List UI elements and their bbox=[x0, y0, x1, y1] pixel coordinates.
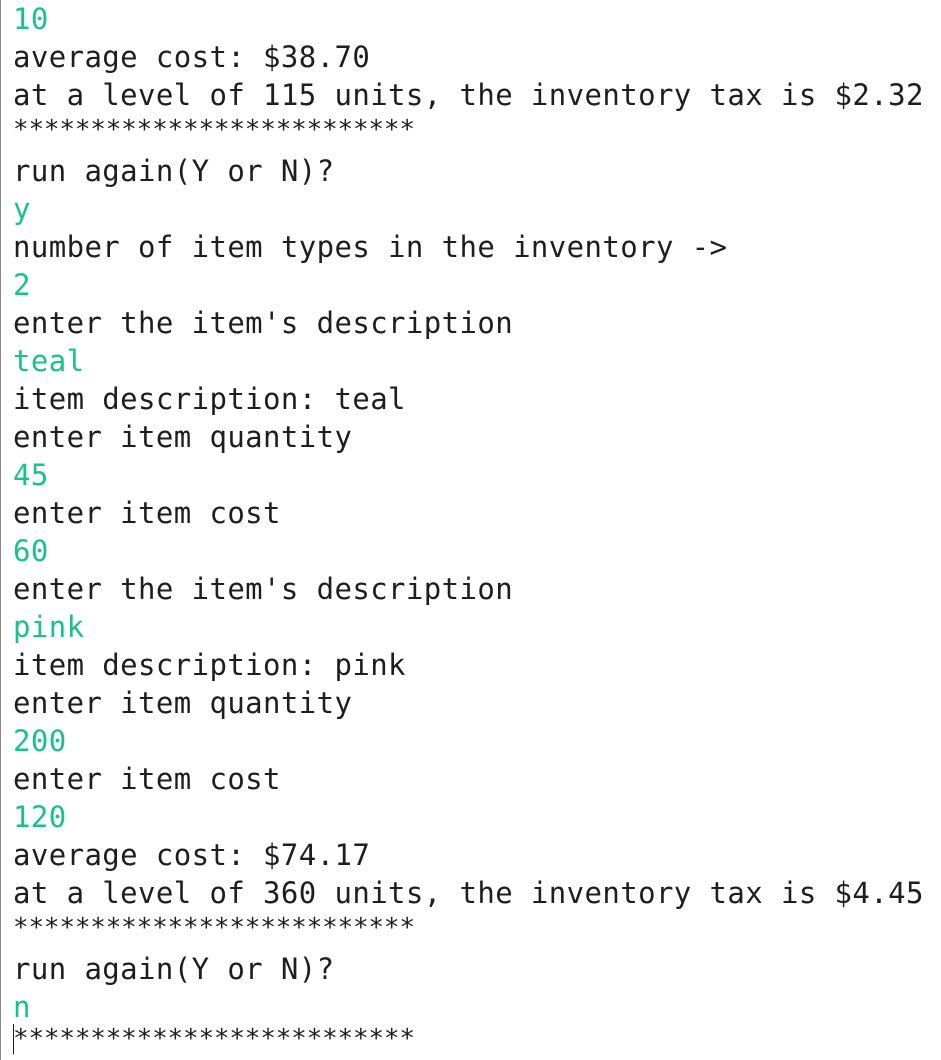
prompt-line: enter the item's description bbox=[13, 572, 514, 606]
separator-line: ************************** bbox=[13, 115, 415, 145]
prompt-line: run again(Y or N)? bbox=[13, 952, 335, 986]
output-line: at a level of 115 units, the inventory t… bbox=[13, 78, 924, 112]
output-line: average cost: $74.17 bbox=[13, 838, 371, 872]
separator-line: ************************** bbox=[13, 1024, 415, 1054]
separator-line: ************************** bbox=[13, 913, 415, 943]
text-cursor bbox=[13, 1024, 14, 1054]
user-input-line: 10 bbox=[13, 2, 49, 36]
prompt-line: enter item quantity bbox=[13, 686, 353, 720]
output-line: item description: pink bbox=[13, 648, 406, 682]
output-line: at a level of 360 units, the inventory t… bbox=[13, 876, 924, 910]
user-input-line: 45 bbox=[13, 458, 49, 492]
user-input-line: 60 bbox=[13, 534, 49, 568]
prompt-line: enter item cost bbox=[13, 762, 281, 796]
prompt-line: enter the item's description bbox=[13, 306, 514, 340]
user-input-line: teal bbox=[13, 344, 85, 378]
user-input-line: 2 bbox=[13, 268, 31, 302]
user-input-line: pink bbox=[13, 610, 85, 644]
output-line: item description: teal bbox=[13, 382, 406, 416]
prompt-line: run again(Y or N)? bbox=[13, 154, 335, 188]
console-output-window[interactable]: 10 average cost: $38.70 at a level of 11… bbox=[0, 0, 941, 1060]
prompt-line: number of item types in the inventory -> bbox=[13, 230, 728, 264]
user-input-line: y bbox=[13, 192, 31, 226]
output-line: average cost: $38.70 bbox=[13, 40, 371, 74]
user-input-line: 200 bbox=[13, 724, 67, 758]
prompt-line: enter item quantity bbox=[13, 420, 353, 454]
user-input-line: 120 bbox=[13, 800, 67, 834]
prompt-line: enter item cost bbox=[13, 496, 281, 530]
